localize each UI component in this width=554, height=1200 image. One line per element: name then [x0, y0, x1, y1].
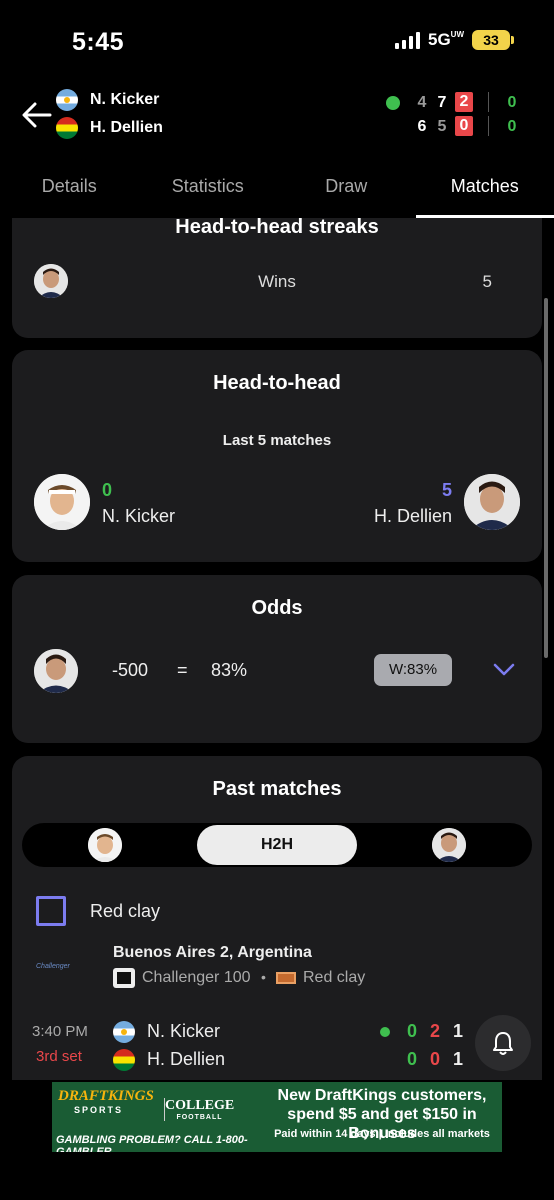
past-p2-s2: 0 [430, 1049, 441, 1069]
h2h-subtitle: Last 5 matches [222, 432, 332, 449]
p1-set2: 7 [437, 94, 447, 111]
segment-kicker[interactable] [88, 828, 122, 862]
h2h-title: Head-to-head [213, 372, 341, 394]
p2-set2: 5 [437, 118, 447, 135]
match-header: N. Kicker H. Dellien 4 7 2 0 6 5 0 0 [0, 82, 554, 152]
tab-details[interactable]: Details [0, 160, 139, 218]
divider [488, 92, 489, 112]
tournament-name[interactable]: Buenos Aires 2, Argentina [113, 944, 312, 962]
dellien-avatar[interactable] [464, 474, 520, 530]
ad-warning: GAMBLING PROBLEM? CALL 1-800-GAMBLER. [56, 1134, 248, 1152]
streak-label: Wins [258, 272, 296, 291]
ad-subtext: Paid within 14 days | Includes all marke… [274, 1128, 490, 1140]
status-bar: 5:45 5GUW 33 [0, 0, 554, 80]
kicker-h2h-name: N. Kicker [102, 506, 176, 526]
college-football-logo: COLLEGE FOOTBALL [164, 1098, 235, 1121]
player1-name: N. Kicker [90, 91, 160, 108]
signal-icon [394, 31, 420, 49]
scrollbar[interactable] [544, 298, 548, 658]
dellien-avatar [34, 649, 78, 693]
kicker-h2h-wins: 0 [102, 480, 113, 500]
odds-value: -500 [112, 660, 149, 680]
tab-matches[interactable]: Matches [415, 160, 554, 218]
tournament-level: Challenger 100 [142, 969, 251, 986]
dellien-h2h-name: H. Dellien [373, 506, 452, 526]
serving-ball-icon [386, 96, 400, 110]
tab-draw[interactable]: Draw [277, 160, 416, 218]
player-segment-control: H2H [22, 823, 532, 867]
dellien-h2h-wins: 5 [441, 480, 452, 500]
bolivia-flag-icon [56, 117, 78, 139]
red-clay-label: Red clay [90, 901, 161, 921]
argentina-flag-icon [56, 89, 78, 111]
challenger-logo: Challenger [36, 963, 70, 970]
match-time: 3:40 PM [32, 1023, 88, 1040]
bolivia-flag-icon [113, 1049, 135, 1071]
status-time: 5:45 [72, 28, 125, 56]
p2-set3: 0 [455, 116, 473, 136]
past-p2-name: H. Dellien [147, 1049, 226, 1069]
network-label: 5GUW [427, 30, 464, 49]
bell-icon [493, 1032, 513, 1055]
divider [488, 116, 489, 136]
ad-banner[interactable]: DRAFTKINGS SPORTS COLLEGE FOOTBALL New Dra… [52, 1082, 502, 1152]
argentina-flag-icon [113, 1021, 135, 1043]
serving-ball-icon [380, 1027, 390, 1037]
challenger-icon [113, 968, 135, 988]
tab-statistics[interactable]: Statistics [139, 160, 278, 218]
player2-name: H. Dellien [90, 119, 163, 136]
battery-icon: 33 [472, 30, 514, 50]
tab-bar: Details Statistics Draw Matches [0, 160, 554, 218]
odds-badge: W:83% [374, 654, 452, 686]
past-matches-title: Past matches [212, 778, 342, 800]
past-p1-s2: 2 [430, 1021, 441, 1041]
separator-dot: • [261, 969, 266, 985]
back-arrow-icon[interactable] [20, 98, 54, 132]
match-status: 3rd set [36, 1048, 82, 1065]
kicker-avatar[interactable] [34, 474, 90, 530]
odds-card: Odds -500 = 83% W:83% [12, 575, 542, 743]
notification-bell-button[interactable] [475, 1015, 531, 1071]
h2h-card: Head-to-head Last 5 matches 0 N. Kicker … [12, 350, 542, 562]
past-matches-card: Past matches H2H Red clay Challenger Bue… [12, 756, 542, 1080]
clay-court-icon [276, 972, 296, 984]
tournament-surface: Red clay [303, 969, 366, 986]
past-p2-s3: 1 [453, 1049, 464, 1069]
matches-content[interactable]: Head-to-head streaks Wins 5 Head-to-head… [0, 218, 554, 1080]
past-p2-s1: 0 [407, 1049, 418, 1069]
odds-equals: = [177, 660, 188, 680]
p2-points: 0 [507, 118, 517, 135]
streak-value: 5 [482, 272, 492, 291]
p1-set1: 4 [417, 94, 427, 111]
p2-set1: 6 [417, 118, 427, 135]
past-p1-s1: 0 [407, 1021, 418, 1041]
status-icons: 5GUW 33 [394, 30, 514, 50]
past-p1-name: N. Kicker [147, 1021, 221, 1041]
odds-percent: 83% [211, 660, 248, 680]
p1-set3: 2 [455, 92, 473, 112]
streaks-title: Head-to-head streaks [175, 218, 379, 238]
red-clay-checkbox[interactable] [36, 896, 66, 926]
draftkings-logo: DRAFTKINGS SPORTS [58, 1088, 154, 1115]
chevron-down-icon[interactable] [492, 661, 516, 677]
streaks-card: Head-to-head streaks Wins 5 [12, 218, 542, 338]
p1-points: 0 [507, 94, 517, 111]
scoreboard: 4 7 2 0 6 5 0 0 [386, 92, 536, 142]
odds-title: Odds [251, 597, 303, 619]
segment-h2h[interactable]: H2H [197, 825, 357, 865]
past-p1-s3: 1 [453, 1021, 464, 1041]
segment-dellien[interactable] [432, 828, 466, 862]
